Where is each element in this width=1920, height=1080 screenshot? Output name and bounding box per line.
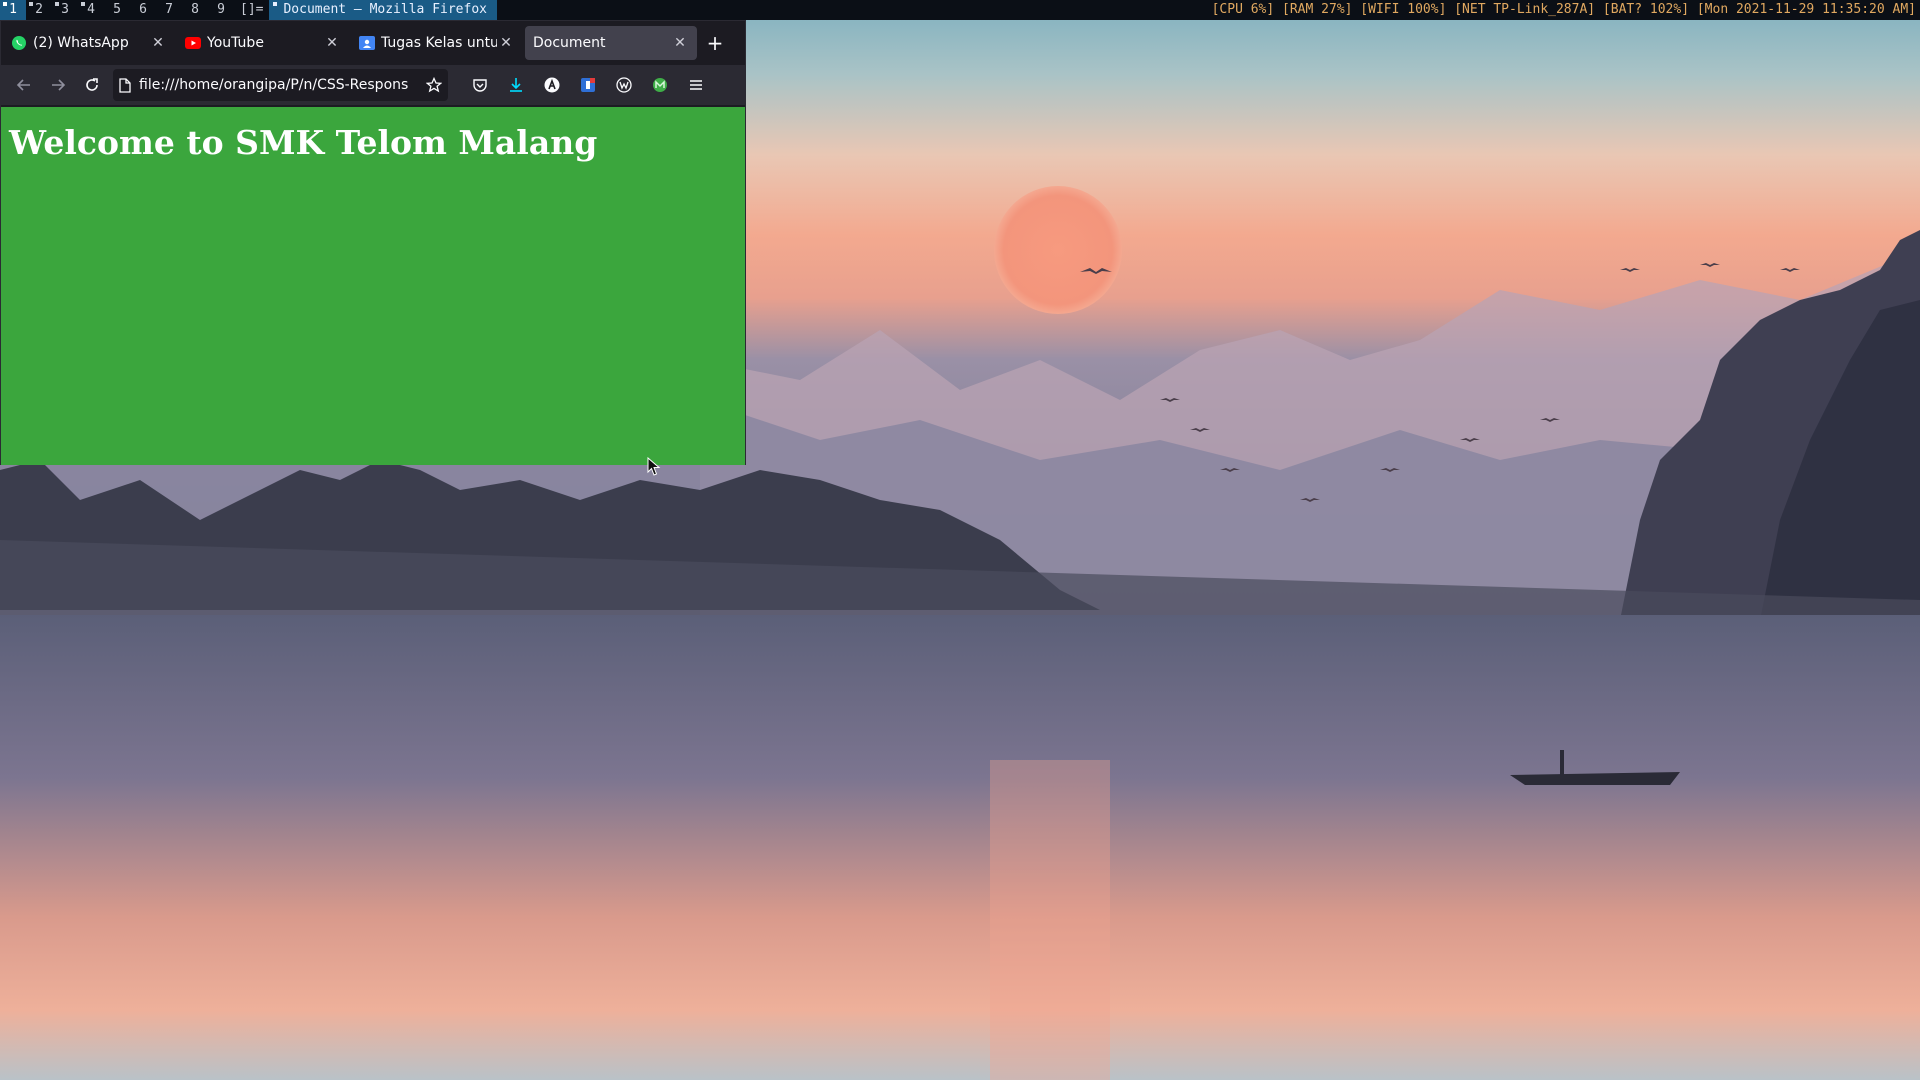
close-tab-icon[interactable]: ✕ xyxy=(323,35,341,51)
close-tab-icon[interactable]: ✕ xyxy=(149,35,167,51)
tab-label: YouTube xyxy=(207,35,264,51)
workspace-tag-2[interactable]: 2 xyxy=(26,0,52,20)
navigation-toolbar: file:///home/orangipa/P/n/CSS-Respons xyxy=(1,65,745,105)
workspace-tag-9[interactable]: 9 xyxy=(208,0,234,20)
back-button[interactable] xyxy=(7,69,41,101)
tab-label: Tugas Kelas untuk xyxy=(381,35,497,51)
workspace-tag-8[interactable]: 8 xyxy=(182,0,208,20)
menu-button[interactable] xyxy=(678,69,714,101)
workspace-tag-4[interactable]: 4 xyxy=(78,0,104,20)
pocket-icon[interactable] xyxy=(462,69,498,101)
close-tab-icon[interactable]: ✕ xyxy=(497,35,515,51)
workspace-tag-5[interactable]: 5 xyxy=(104,0,130,20)
tab-whatsapp[interactable]: (2) WhatsApp ✕ xyxy=(3,26,175,60)
firefox-window[interactable]: (2) WhatsApp ✕ YouTube ✕ Tugas Kelas unt… xyxy=(0,20,746,476)
arrow-left-icon xyxy=(16,79,30,91)
tab-label: Document xyxy=(533,35,606,51)
tab-document[interactable]: Document ✕ xyxy=(525,26,697,60)
mouse-cursor-icon xyxy=(647,457,661,476)
workspace-tag-6[interactable]: 6 xyxy=(130,0,156,20)
extension-w-icon[interactable] xyxy=(606,69,642,101)
extension-shield-icon[interactable] xyxy=(570,69,606,101)
tab-youtube[interactable]: YouTube ✕ xyxy=(177,26,349,60)
occupied-indicator xyxy=(29,2,33,6)
focused-window-title: Document — Mozilla Firefox xyxy=(269,0,497,20)
workspace-tag-7[interactable]: 7 xyxy=(156,0,182,20)
occupied-indicator xyxy=(81,2,85,6)
reload-icon xyxy=(86,78,98,91)
address-bar[interactable]: file:///home/orangipa/P/n/CSS-Respons xyxy=(113,69,448,101)
occupied-indicator xyxy=(55,2,59,6)
extension-a-icon[interactable] xyxy=(534,69,570,101)
system-status-text: [CPU 6%] [RAM 27%] [WIFI 100%] [NET TP-L… xyxy=(1211,2,1916,17)
page-heading: Welcome to SMK Telom Malang xyxy=(9,123,598,162)
download-icon[interactable] xyxy=(498,69,534,101)
google-classroom-icon xyxy=(359,35,375,51)
extension-m-icon[interactable] xyxy=(642,69,678,101)
workspace-tag-3[interactable]: 3 xyxy=(52,0,78,20)
reload-button[interactable] xyxy=(75,69,109,101)
youtube-icon xyxy=(185,35,201,51)
url-text[interactable]: file:///home/orangipa/P/n/CSS-Respons xyxy=(139,77,426,93)
workspace-tag-1[interactable]: 1 xyxy=(0,0,26,20)
page-content: Welcome to SMK Telom Malang xyxy=(1,107,745,476)
occupied-indicator xyxy=(3,2,7,6)
whatsapp-icon xyxy=(11,35,27,51)
tab-strip: (2) WhatsApp ✕ YouTube ✕ Tugas Kelas unt… xyxy=(1,21,745,65)
floating-indicator xyxy=(273,2,278,6)
status-bar: 1 2 3 4 5 6 7 8 9 []= Document — Mozilla… xyxy=(0,0,1920,20)
layout-indicator[interactable]: []= xyxy=(234,0,269,20)
hamburger-menu-icon xyxy=(690,80,702,90)
tab-label: (2) WhatsApp xyxy=(33,35,129,51)
close-tab-icon[interactable]: ✕ xyxy=(671,35,689,51)
page-icon xyxy=(119,77,131,93)
new-tab-button[interactable]: + xyxy=(699,27,731,59)
forward-button[interactable] xyxy=(41,69,75,101)
bookmark-star-icon[interactable] xyxy=(426,77,442,93)
arrow-right-icon xyxy=(52,79,66,91)
tab-google-classroom[interactable]: Tugas Kelas untuk ✕ xyxy=(351,26,523,60)
